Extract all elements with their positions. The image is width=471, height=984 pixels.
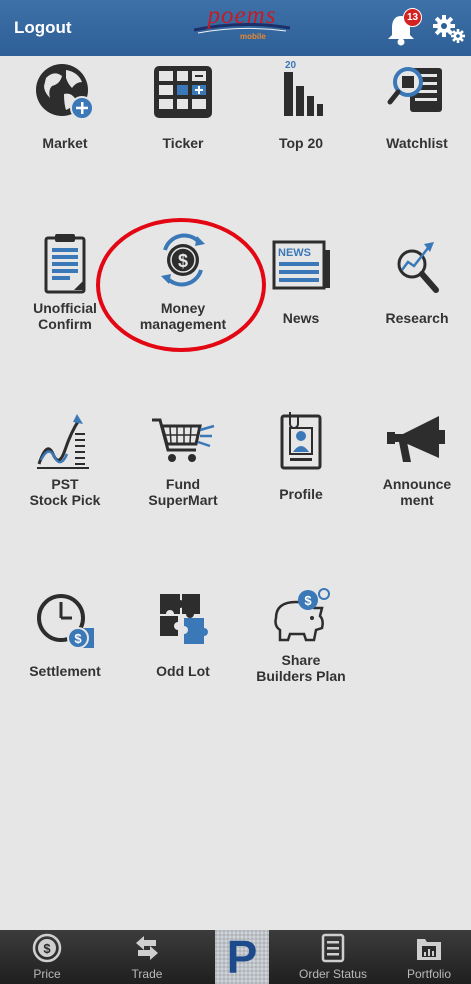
- logout-button[interactable]: Logout: [14, 18, 72, 38]
- tile-label: Announce ment: [382, 476, 452, 508]
- tab-label: Price: [33, 967, 61, 981]
- poems-logo: poems mobile: [188, 0, 296, 44]
- megaphone-icon: [387, 416, 445, 462]
- tile-label: Fund SuperMart: [148, 476, 218, 508]
- tile-label: Top 20: [278, 135, 324, 151]
- tile-label: Profile: [279, 486, 323, 502]
- tile-label: Watchlist: [386, 135, 448, 151]
- tile-research[interactable]: Research: [358, 226, 471, 336]
- logo-text: poems: [207, 2, 277, 29]
- newspaper-icon: NEWS: [272, 240, 330, 290]
- tile-market[interactable]: Market: [6, 56, 124, 156]
- svg-text:$: $: [74, 631, 82, 646]
- profile-card-icon: [280, 412, 322, 470]
- tile-label: Settlement: [29, 663, 101, 679]
- tile-profile[interactable]: Profile: [242, 406, 360, 516]
- svg-text:$: $: [43, 941, 51, 956]
- piggy-bank-icon: $: [274, 588, 330, 642]
- clipboard-icon: [44, 234, 86, 294]
- svg-text:$: $: [304, 593, 312, 608]
- tile-watchlist[interactable]: Watchlist: [358, 56, 471, 156]
- dollar-coin-icon: $: [32, 933, 62, 963]
- clock-coin-icon: $: [37, 594, 94, 649]
- tab-label: Trade: [131, 967, 163, 981]
- tile-label: Market: [42, 135, 88, 151]
- logo-subtext: mobile: [240, 32, 266, 41]
- tile-fund-supermart[interactable]: Fund SuperMart: [124, 406, 242, 516]
- tab-label: Portfolio: [406, 967, 452, 981]
- shopping-cart-icon: [152, 418, 215, 462]
- globe-plus-icon: [36, 64, 94, 120]
- tile-share-builders-plan[interactable]: $ Share Builders Plan: [242, 586, 360, 696]
- settings-gears-icon[interactable]: [432, 14, 466, 44]
- tab-label: Order Status: [298, 967, 368, 981]
- tile-label: Research: [385, 310, 449, 326]
- tile-label: Odd Lot: [156, 663, 210, 679]
- tile-odd-lot[interactable]: Odd Lot: [124, 586, 242, 686]
- stock-chart-icon: [37, 414, 89, 469]
- ticker-board-icon: [154, 66, 212, 118]
- tile-label: News: [282, 310, 320, 326]
- highlight-circle: [96, 218, 266, 352]
- tile-top20[interactable]: 20 Top 20: [242, 56, 360, 156]
- app-header: Logout poems mobile 13: [0, 0, 471, 56]
- tile-label: Ticker: [162, 135, 204, 151]
- tab-order-status[interactable]: Order Status: [286, 930, 380, 984]
- tile-announcement[interactable]: Announce ment: [358, 406, 471, 516]
- tab-price[interactable]: $ Price: [0, 930, 94, 984]
- puzzle-icon: [160, 594, 208, 644]
- order-list-icon: [321, 933, 345, 963]
- tab-trade[interactable]: Trade: [100, 930, 194, 984]
- tile-label: PST Stock Pick: [29, 476, 101, 508]
- poems-p-logo-icon: P: [226, 931, 258, 983]
- research-magnifier-icon: [397, 242, 439, 293]
- tile-settlement[interactable]: $ Settlement: [6, 586, 124, 686]
- tab-poems-home[interactable]: P: [215, 930, 269, 984]
- top20-bars-icon: 20: [284, 60, 323, 116]
- notification-badge: 13: [403, 8, 422, 27]
- tile-ticker[interactable]: Ticker: [124, 56, 242, 156]
- magnifier-list-icon: [387, 67, 442, 112]
- news-icon-text: NEWS: [278, 247, 311, 259]
- trade-arrows-icon: [136, 936, 158, 960]
- tile-pst-stock-pick[interactable]: PST Stock Pick: [6, 406, 124, 516]
- portfolio-folder-icon: [417, 939, 441, 960]
- tab-portfolio[interactable]: Portfolio: [382, 930, 471, 984]
- top20-icon-text: 20: [285, 60, 297, 71]
- tile-label: Share Builders Plan: [256, 652, 346, 684]
